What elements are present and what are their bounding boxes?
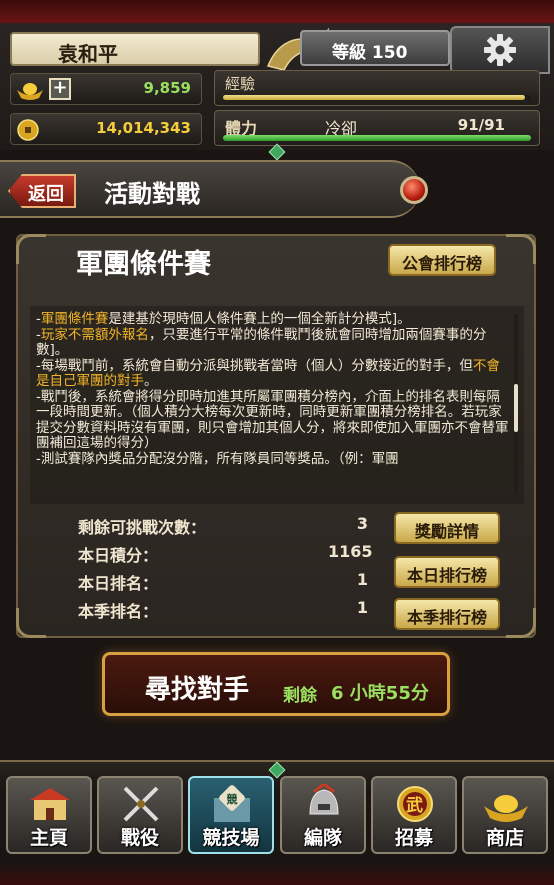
panel-title: 軍團條件賽: [76, 249, 211, 280]
rules-paragraph: -軍團條件賽是建基於現時個人條件賽上的一個全新計分模式]。: [36, 311, 510, 328]
exp-bar: [223, 95, 531, 100]
rules-highlight: 軍團條件賽: [40, 311, 109, 327]
corner-ornament: [506, 234, 536, 264]
find-opponent-label: 尋找對手: [145, 675, 250, 705]
coin-value: 14,014,343: [96, 119, 191, 137]
league-panel: 軍團條件賽 公會排行榜 -軍團條件賽是建基於現時個人條件賽上的一個全新計分模式]…: [16, 234, 536, 638]
exp-label: 經驗: [225, 75, 256, 93]
gold-ingot-icon: [17, 83, 43, 100]
rules-paragraph: -玩家不需額外報名，只要進行平常的條件戰鬥後就會同時增加兩個賽事的分數]。: [36, 326, 510, 359]
stamina-panel: 體力 冷卻 91/91: [214, 110, 540, 146]
add-gold-button[interactable]: +: [49, 78, 71, 100]
gear-icon: [484, 34, 516, 66]
nav-arena[interactable]: 競 競技場: [188, 776, 274, 854]
reward-details-button[interactable]: 獎勵詳情: [394, 512, 500, 544]
scroll-thumb[interactable]: [514, 384, 518, 432]
recruit-badge: 武: [406, 796, 423, 816]
rules-text: 。: [144, 373, 158, 389]
corner-ornament: [506, 608, 536, 638]
rules-scrollbar[interactable]: [514, 314, 518, 494]
stats-table: 剩餘可挑戰次數： 3 本日積分： 1165 本日排名： 1 本季排名： 1: [78, 514, 373, 626]
palace-icon: [30, 788, 70, 820]
nav-recruit[interactable]: 武 招募: [371, 776, 457, 854]
back-button[interactable]: 返回: [8, 174, 76, 208]
rules-paragraph: -戰鬥後，系統會將得分即時加進其所屬軍團積分榜內，介面上的排名表則每隔一段時間更…: [36, 388, 510, 452]
exp-panel: 經驗: [214, 70, 540, 106]
nav-formation[interactable]: 編隊: [280, 776, 366, 854]
remaining-time: 6 小時55分: [331, 683, 429, 704]
rules-text: -每場戰鬥前，系統會自動分派與挑戰者當時（個人）分數接近的對手，但: [36, 357, 473, 374]
helmet-icon: [309, 784, 339, 815]
stat-season-rank: 本季排名： 1: [78, 598, 368, 621]
daily-ranking-button[interactable]: 本日排行榜: [394, 556, 500, 588]
stat-daily-points: 本日積分： 1165: [78, 542, 373, 565]
gold-ingot-icon: [484, 795, 528, 822]
coin-counter: 14,014,343: [10, 113, 202, 145]
settings-button[interactable]: [450, 26, 550, 74]
header-ornament-icon: [400, 176, 428, 204]
nav-shop[interactable]: 商店: [462, 776, 548, 854]
nav-campaign[interactable]: 戰役: [97, 776, 183, 854]
guild-ranking-button[interactable]: 公會排行榜: [388, 244, 496, 276]
svg-text:競: 競: [227, 792, 238, 806]
rules-text: 是建基於現時個人條件賽上的一個全新計分模式]。: [108, 311, 411, 327]
coin-icon: [17, 119, 39, 141]
level-badge: 等級 150: [300, 30, 450, 66]
stamina-bar: [223, 135, 531, 141]
corner-ornament: [16, 234, 46, 264]
page-title: 活動對戰: [104, 179, 200, 208]
gold-value: 9,859: [143, 79, 191, 97]
player-name: 袁和平: [10, 32, 260, 66]
rules-paragraph: -每場戰鬥前，系統會自動分派與挑戰者當時（個人）分數接近的對手，但不會是自己軍團…: [36, 357, 510, 390]
corner-ornament: [16, 608, 46, 638]
arena-icon: 競: [214, 785, 250, 822]
page-header: 返回 活動對戰: [0, 160, 420, 218]
stat-remaining-challenges: 剩餘可挑戰次數： 3: [78, 514, 368, 537]
rules-text: -戰鬥後，系統會將得分即時加進其所屬軍團積分榜內，介面上的排名表則每隔一段時間更…: [36, 388, 509, 451]
rules-description[interactable]: -軍團條件賽是建基於現時個人條件賽上的一個全新計分模式]。 -玩家不需額外報名，只…: [30, 306, 524, 504]
stamina-value: 91/91: [457, 116, 505, 134]
rules-paragraph: -測試賽隊內獎品分配沒分階，所有隊員同等獎品。（例：軍團: [36, 450, 510, 468]
nav-home[interactable]: 主頁: [6, 776, 92, 854]
find-opponent-button[interactable]: 尋找對手 剩餘 6 小時55分: [102, 652, 450, 716]
stat-daily-rank: 本日排名： 1: [78, 570, 368, 593]
crossed-swords-icon: [123, 786, 159, 822]
remaining-label: 剩餘: [283, 686, 317, 706]
rules-text: -測試賽隊內獎品分配沒分階，所有隊員同等獎品。（例：軍團: [36, 450, 399, 467]
gold-counter: + 9,859: [10, 73, 202, 105]
rules-highlight: 玩家不需額外報名: [40, 326, 149, 343]
season-ranking-button[interactable]: 本季排行榜: [394, 598, 500, 630]
